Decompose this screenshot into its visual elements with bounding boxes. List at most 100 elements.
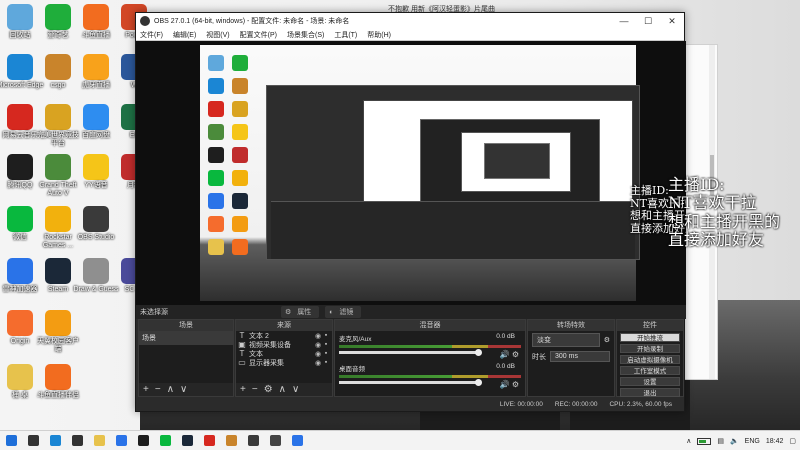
lock-icon[interactable]: ▪ — [322, 350, 330, 357]
volume-slider[interactable] — [339, 349, 482, 356]
edge-icon[interactable] — [46, 432, 64, 450]
eye-icon[interactable]: ◉ — [314, 341, 322, 349]
obs-preview[interactable]: 主播ID: NT喜欢干拉 想和主播开黑的 直接添加好友 — [136, 41, 686, 305]
volume-icon[interactable]: 🔈 — [730, 437, 739, 445]
menu-view[interactable]: 视图(V) — [206, 30, 229, 40]
speaker-icon[interactable]: 🔊 — [500, 380, 510, 389]
source-type-icon: ▭ — [238, 358, 246, 367]
netease-music-icon[interactable] — [200, 432, 218, 450]
add-scene-button[interactable]: + — [143, 384, 149, 395]
desktop-icon-label: 虎牙直播 — [82, 82, 110, 89]
desktop-icon-label: 天翼校园客户端 — [37, 338, 79, 354]
network-icon[interactable]: ▤ — [717, 437, 724, 445]
wechat-icon[interactable] — [156, 432, 174, 450]
move-up-button[interactable]: ∧ — [279, 384, 286, 395]
move-down-button[interactable]: ∨ — [180, 384, 187, 395]
transition-settings-icon[interactable]: ⚙ — [604, 336, 610, 344]
move-down-button[interactable]: ∨ — [292, 384, 299, 395]
recycle-bin-icon — [7, 4, 33, 30]
channel-db: 0.0 dB — [496, 363, 515, 370]
windows-start-icon[interactable] — [2, 432, 20, 450]
csgo-icon — [45, 54, 71, 80]
battery-icon[interactable] — [697, 437, 712, 445]
notification-icon[interactable]: ▢ — [789, 437, 796, 445]
obs-titlebar[interactable]: OBS 27.0.1 (64-bit, windows) - 配置文件: 未命名… — [136, 13, 684, 29]
file-explorer-icon[interactable] — [90, 432, 108, 450]
photo-icon[interactable] — [288, 432, 306, 450]
menu-scene-collection[interactable]: 场景集合(S) — [287, 30, 324, 40]
desktop-icon[interactable]: 腾讯QQ — [0, 154, 44, 190]
scene-item[interactable]: 场景 — [139, 331, 233, 345]
menu-tools[interactable]: 工具(T) — [334, 30, 357, 40]
virtual-camera-button[interactable]: 启动虚拟摄像机 — [620, 355, 680, 364]
maximize-button[interactable]: ☐ — [636, 13, 660, 29]
remove-source-button[interactable]: − — [252, 384, 258, 395]
sources-dock-title: 来源 — [236, 320, 332, 331]
chevron-up-icon[interactable]: ∧ — [686, 437, 691, 445]
speaker-icon[interactable]: 🔊 — [500, 350, 510, 359]
desktop-icon-label: Origin — [10, 338, 30, 345]
properties-button[interactable]: ⚙ 属性 — [281, 306, 320, 318]
search-icon[interactable] — [24, 432, 42, 450]
source-type-icon: T — [239, 331, 245, 340]
menu-file[interactable]: 文件(F) — [140, 30, 163, 40]
sources-dock: 来源 T 文本 2 ◉ ▪ ▣ 视频采集设备 ◉ ▪ T 文本 ◉ ▪ ▭ 显示器采集 ◉ ▪ + − ⚙ ∧… — [235, 319, 333, 397]
mixer-channel-desktop: 桌面音频 0.0 dB 🔊 ⚙ — [335, 361, 525, 391]
gear-icon[interactable]: ⚙ — [512, 350, 519, 359]
task-view-icon[interactable] — [68, 432, 86, 450]
obs-menubar: 文件(F) 编辑(E) 视图(V) 配置文件(P) 场景集合(S) 工具(T) … — [136, 29, 684, 41]
qq-icon[interactable] — [134, 432, 152, 450]
eye-icon[interactable]: ◉ — [314, 350, 322, 358]
eye-icon[interactable]: ◉ — [314, 359, 322, 367]
music-icon[interactable] — [266, 432, 284, 450]
lock-icon[interactable]: ▪ — [322, 332, 330, 339]
move-up-button[interactable]: ∧ — [167, 384, 174, 395]
close-button[interactable]: ✕ — [660, 13, 684, 29]
eye-icon[interactable]: ◉ — [314, 332, 322, 340]
douyu-companion-icon — [45, 364, 71, 390]
minimize-button[interactable]: — — [612, 13, 636, 29]
lock-icon[interactable]: ▪ — [322, 359, 330, 366]
draw-guess-icon — [83, 258, 109, 284]
desktop-icon-label: 网易云音乐 — [2, 132, 38, 139]
studio-mode-button[interactable]: 工作室模式 — [620, 366, 680, 375]
add-source-button[interactable]: + — [240, 384, 246, 395]
transition-select[interactable]: 淡变 — [532, 333, 600, 347]
volume-meter — [339, 375, 521, 378]
wechat-icon — [7, 206, 33, 232]
menu-edit[interactable]: 编辑(E) — [173, 30, 196, 40]
filters-button[interactable]: ◐ 滤镜 — [325, 306, 362, 318]
desktop-icon-label: OBS Studio — [77, 234, 115, 241]
obs-icon[interactable] — [244, 432, 262, 450]
preview-scene: 主播ID: NT喜欢干拉 想和主播开黑的 直接添加好友 — [200, 45, 686, 301]
csgo-icon[interactable] — [222, 432, 240, 450]
desktop-icon[interactable]: OBS Studio — [72, 206, 120, 242]
lock-icon[interactable]: ▪ — [322, 341, 330, 348]
desktop-icon[interactable]: 斗鱼直播伴侣 — [34, 364, 82, 400]
duration-input[interactable]: 300 ms — [550, 351, 610, 362]
desktop-icon[interactable]: 天翼校园客户端 — [34, 310, 82, 354]
obs-statusbar: LIVE: 00:00:00 REC: 00:00:00 CPU: 2.3%, … — [136, 397, 684, 411]
baidu-netdisk-icon — [83, 104, 109, 130]
clock[interactable]: 18:42 — [766, 438, 784, 445]
menu-help[interactable]: 帮助(H) — [367, 30, 391, 40]
steam-icon[interactable] — [178, 432, 196, 450]
gear-icon[interactable]: ⚙ — [512, 380, 519, 389]
controls-dock-title: 控件 — [617, 320, 683, 331]
store-icon[interactable] — [112, 432, 130, 450]
menu-profile[interactable]: 配置文件(P) — [240, 30, 277, 40]
settings-button[interactable]: 设置 — [620, 377, 680, 386]
start-streaming-button[interactable]: 开始推流 — [620, 333, 680, 342]
desktop-icon-label: 百度网盘 — [82, 132, 110, 139]
obs-window[interactable]: OBS 27.0.1 (64-bit, windows) - 配置文件: 未命名… — [135, 12, 686, 412]
source-item[interactable]: ▭ 显示器采集 ◉ ▪ — [236, 358, 332, 367]
volume-slider[interactable] — [339, 379, 482, 386]
language-indicator[interactable]: ENG — [745, 438, 760, 445]
source-settings-icon[interactable]: ⚙ — [264, 384, 273, 395]
transitions-dock-title: 转场特效 — [528, 320, 614, 331]
remove-scene-button[interactable]: − — [155, 384, 161, 395]
tianyi-icon — [45, 310, 71, 336]
edge-icon — [7, 54, 33, 80]
start-recording-button[interactable]: 开始录制 — [620, 344, 680, 353]
exit-button[interactable]: 退出 — [620, 388, 680, 397]
